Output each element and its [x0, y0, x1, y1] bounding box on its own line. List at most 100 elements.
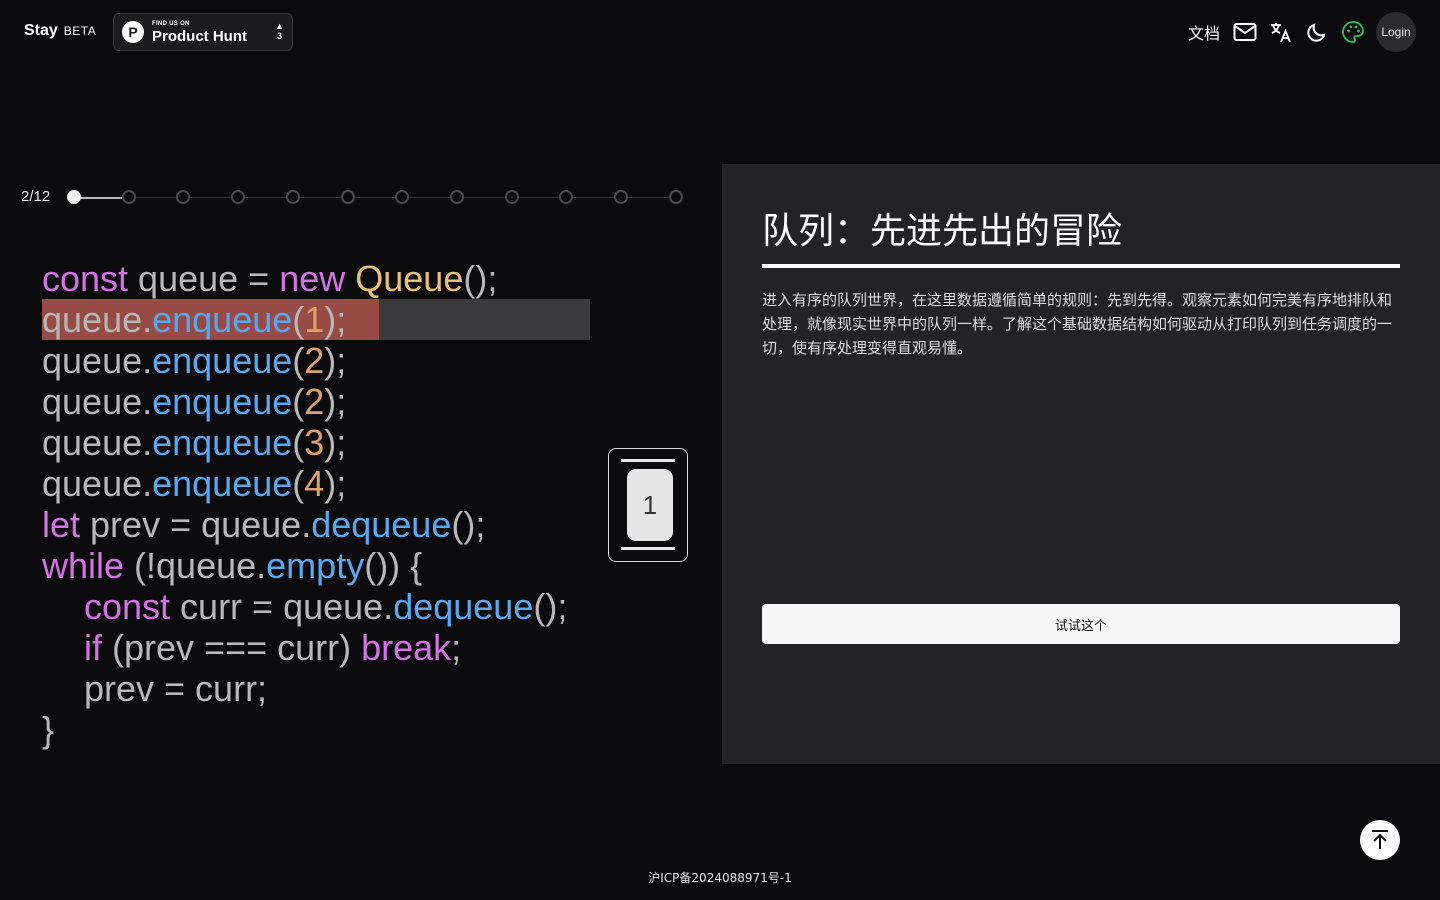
product-hunt-votes: ▲ 3 [275, 21, 284, 42]
code-token: 4 [304, 463, 325, 504]
code-token: queue. [42, 463, 153, 504]
code-token: ( [292, 381, 305, 422]
code-token: enqueue [152, 463, 293, 504]
progress-label: 2/12 [21, 188, 51, 205]
code-token: 1 [304, 299, 325, 340]
code-token: const [84, 586, 171, 627]
code-line: prev = curr; [42, 668, 567, 709]
code-line: queue.enqueue(4); [42, 463, 567, 504]
code-token: enqueue [152, 422, 293, 463]
code-token: ); [324, 381, 347, 422]
arrow-up-to-line-icon [1372, 830, 1388, 849]
code-line: while (!queue.empty()) { [42, 545, 567, 586]
code-token: (!queue. [124, 545, 267, 586]
progress-step-7[interactable] [395, 190, 410, 204]
code-token: (prev === curr) [102, 627, 362, 668]
code-token: while [42, 545, 125, 586]
brand-name: Stay [24, 22, 58, 39]
progress-step-8[interactable] [449, 190, 464, 204]
code-token: ); [324, 422, 347, 463]
code-token: ; [451, 627, 462, 668]
code-token: ); [324, 299, 347, 340]
code-token: curr = queue. [170, 586, 394, 627]
progress-step-3[interactable] [176, 190, 191, 204]
code-token: (); [463, 258, 498, 299]
code-token: Queue [355, 258, 464, 299]
progress-track-filled [74, 197, 129, 199]
panel-description: 进入有序的队列世界，在这里数据遵循简单的规则：先到先得。观察元素如何完美有序地排… [762, 291, 1393, 357]
try-this-button[interactable]: 试试这个 [762, 604, 1400, 644]
back-to-top-button[interactable] [1360, 820, 1400, 860]
code-token: ); [324, 340, 347, 381]
code-token: queue. [42, 299, 153, 340]
queue-item: 1 [627, 469, 673, 541]
code-token: const [42, 258, 129, 299]
docs-link[interactable]: 文档 [1188, 20, 1220, 44]
panel-title: 队列：先进先出的冒险 [762, 211, 1123, 252]
progress-step-10[interactable] [559, 190, 574, 204]
product-hunt-small-text: FIND US ON [152, 20, 190, 27]
code-token: enqueue [152, 299, 293, 340]
progress-step-1[interactable] [67, 190, 81, 204]
code-line: if (prev === curr) break; [42, 627, 567, 668]
beta-badge: BETA [63, 24, 97, 38]
code-token: queue. [42, 422, 153, 463]
code-token: ( [292, 340, 305, 381]
code-token: (); [533, 586, 568, 627]
footer-icp[interactable]: 沪ICP备2024088971号-1 [0, 869, 1440, 886]
code-token: enqueue [152, 340, 293, 381]
code-token: ( [292, 463, 305, 504]
product-hunt-title: Product Hunt [152, 27, 247, 45]
code-token: break [361, 627, 452, 668]
panel-divider [762, 264, 1400, 268]
code-line: queue.enqueue(3); [42, 422, 567, 463]
code-token: queue. [42, 381, 153, 422]
info-panel: 队列：先进先出的冒险 进入有序的队列世界，在这里数据遵循简单的规则：先到先得。观… [722, 164, 1440, 764]
login-button[interactable]: Login [1376, 12, 1416, 52]
code-token: prev = curr; [84, 668, 268, 709]
progress-track [74, 197, 678, 199]
mail-icon[interactable] [1232, 19, 1258, 45]
progress-step-2[interactable] [121, 190, 136, 204]
code-token: ( [292, 422, 305, 463]
brand[interactable]: Stay BETA [24, 22, 96, 40]
code-token: dequeue [311, 504, 452, 545]
progress-step-11[interactable] [614, 190, 628, 204]
code-token: ); [324, 463, 347, 504]
code-token: 3 [304, 422, 325, 463]
code-token: if [84, 627, 102, 668]
vote-count: 3 [277, 31, 283, 41]
code-line: queue.enqueue(1); [42, 299, 591, 340]
dark-mode-moon-icon[interactable] [1304, 19, 1330, 45]
code-token: prev = queue. [80, 504, 312, 545]
code-token: (); [451, 504, 486, 545]
code-token: queue = [128, 258, 280, 299]
code-token: enqueue [152, 381, 293, 422]
code-line: let prev = queue.dequeue(); [42, 504, 567, 545]
code-token: ( [292, 299, 305, 340]
progress-step-5[interactable] [285, 190, 300, 204]
code-token: ()) { [364, 545, 423, 586]
code-token: new [279, 258, 346, 299]
code-token: let [42, 504, 81, 545]
code-line: } [42, 709, 567, 750]
code-token: } [42, 709, 55, 750]
palette-icon[interactable] [1340, 19, 1366, 45]
top-nav: 文档 Login [1188, 12, 1416, 52]
code-token: empty [266, 545, 365, 586]
product-hunt-logo-icon: P [122, 21, 144, 43]
queue-top-bar [621, 459, 675, 462]
progress-step-12[interactable] [668, 190, 683, 204]
queue-visualization: 1 [608, 448, 688, 562]
code-token: 2 [304, 340, 325, 381]
code-block: const queue = new Queue(); queue.enqueue(… [42, 258, 591, 750]
code-line: queue.enqueue(2); [42, 381, 567, 422]
progress-step-4[interactable] [231, 190, 246, 204]
product-hunt-badge[interactable]: P FIND US ON Product Hunt ▲ 3 [113, 13, 293, 51]
progress-step-9[interactable] [504, 190, 519, 204]
progress-step-6[interactable] [340, 190, 355, 204]
code-line: const queue = new Queue(); [42, 258, 567, 299]
translate-icon[interactable] [1268, 19, 1294, 45]
code-token: 2 [304, 381, 325, 422]
